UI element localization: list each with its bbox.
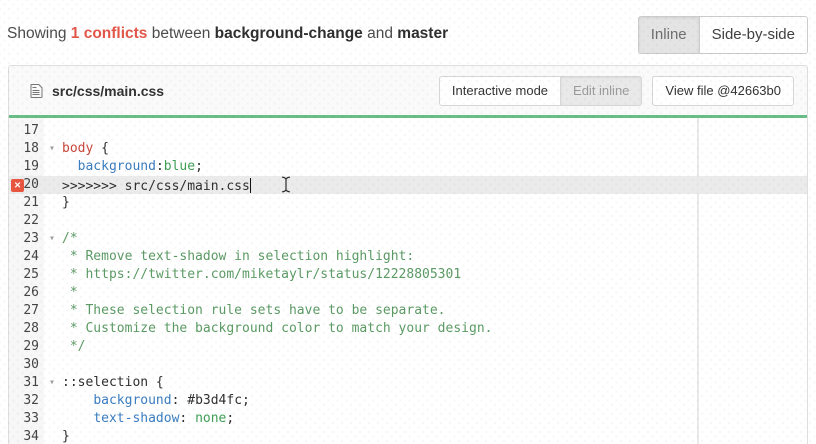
- line-number: 27: [9, 302, 44, 320]
- branch-name-head: background-change: [215, 25, 363, 42]
- fold-spacer: [44, 302, 62, 320]
- interactive-mode-button[interactable]: Interactive mode: [439, 76, 561, 106]
- code-text[interactable]: * Customize the background color to matc…: [62, 320, 807, 338]
- line-number: 29: [9, 338, 44, 356]
- code-line: 27 * These selection rule sets have to b…: [9, 302, 807, 320]
- code-line: 30: [9, 356, 807, 374]
- line-number: 32: [9, 392, 44, 410]
- fold-spacer: [44, 410, 62, 428]
- code-text[interactable]: [62, 356, 807, 374]
- conflict-error-icon: ✕: [11, 179, 24, 192]
- conflict-resolution-page: Showing 1 conflicts between background-c…: [0, 0, 816, 444]
- fold-toggle-icon[interactable]: ▾: [44, 230, 62, 248]
- line-number: 20✕: [9, 176, 44, 194]
- code-text[interactable]: /*: [62, 230, 807, 248]
- line-number: 26: [9, 284, 44, 302]
- summary-middle: between: [147, 25, 214, 42]
- fold-spacer: [44, 122, 62, 140]
- file-title: src/css/main.css: [30, 83, 164, 99]
- fold-spacer: [44, 212, 62, 230]
- line-number: 19: [9, 158, 44, 176]
- fold-spacer: [44, 392, 62, 410]
- toggle-inline-button[interactable]: Inline: [639, 17, 699, 53]
- line-number: 30: [9, 356, 44, 374]
- code-text[interactable]: body {: [62, 140, 807, 158]
- code-text[interactable]: * These selection rule sets have to be s…: [62, 302, 807, 320]
- code-line: 17: [9, 122, 807, 140]
- code-text[interactable]: *: [62, 284, 807, 302]
- fold-toggle-icon[interactable]: ▾: [44, 140, 62, 158]
- code-line: 23▾/*: [9, 230, 807, 248]
- code-text[interactable]: background: #b3d4fc;: [62, 392, 807, 410]
- code-text[interactable]: */: [62, 338, 807, 356]
- file-panel-header: src/css/main.css Interactive mode Edit i…: [9, 66, 807, 118]
- fold-spacer: [44, 428, 62, 444]
- code-line: 22: [9, 212, 807, 230]
- code-line: 34}: [9, 428, 807, 444]
- file-text-icon: [30, 83, 43, 99]
- summary-joiner: and: [363, 25, 397, 42]
- view-file-button[interactable]: View file @42663b0: [652, 76, 794, 106]
- code-rows: 161718▾body {19 background:blue;20✕>>>>>…: [9, 118, 807, 444]
- code-line: 21}: [9, 194, 807, 212]
- code-line: 18▾body {: [9, 140, 807, 158]
- code-line: 24 * Remove text-shadow in selection hig…: [9, 248, 807, 266]
- code-line: 28 * Customize the background color to m…: [9, 320, 807, 338]
- file-name: src/css/main.css: [52, 83, 164, 99]
- line-number: 24: [9, 248, 44, 266]
- file-panel: src/css/main.css Interactive mode Edit i…: [8, 65, 808, 444]
- line-number: 25: [9, 266, 44, 284]
- fold-spacer: [44, 248, 62, 266]
- line-number: 18: [9, 140, 44, 158]
- fold-toggle-icon[interactable]: ▾: [44, 374, 62, 392]
- conflict-summary: Showing 1 conflicts between background-c…: [7, 25, 448, 43]
- code-text[interactable]: * Remove text-shadow in selection highli…: [62, 248, 807, 266]
- code-text[interactable]: [62, 122, 807, 140]
- fold-spacer: [44, 266, 62, 284]
- code-line: 19 background:blue;: [9, 158, 807, 176]
- fold-spacer: [44, 338, 62, 356]
- code-text[interactable]: }: [62, 428, 807, 444]
- fold-spacer: [44, 284, 62, 302]
- code-text[interactable]: background:blue;: [62, 158, 807, 176]
- line-number: 21: [9, 194, 44, 212]
- text-caret: [250, 178, 252, 193]
- code-line: 20✕ >>>>>>> src/css/main.css: [9, 176, 807, 194]
- line-number: 31: [9, 374, 44, 392]
- summary-prefix: Showing: [7, 25, 71, 42]
- code-text[interactable]: text-shadow: none;: [62, 410, 807, 428]
- line-number: 28: [9, 320, 44, 338]
- code-line: 26 *: [9, 284, 807, 302]
- fold-spacer: [44, 194, 62, 212]
- line-number: 22: [9, 212, 44, 230]
- code-text[interactable]: ::selection {: [62, 374, 807, 392]
- edit-mode-button-group: Interactive mode Edit inline: [439, 76, 642, 106]
- view-mode-toggle: Inline Side-by-side: [638, 16, 808, 54]
- line-number: 17: [9, 122, 44, 140]
- fold-spacer: [44, 176, 62, 194]
- code-text[interactable]: }: [62, 194, 807, 212]
- toggle-side-by-side-button[interactable]: Side-by-side: [699, 17, 807, 53]
- code-line: 29 */: [9, 338, 807, 356]
- editor-column-ruler: [697, 118, 699, 444]
- fold-spacer: [44, 320, 62, 338]
- code-editor[interactable]: 161718▾body {19 background:blue;20✕>>>>>…: [9, 118, 807, 444]
- line-number: 23: [9, 230, 44, 248]
- file-header-buttons: Interactive mode Edit inline View file @…: [439, 76, 794, 106]
- edit-inline-button[interactable]: Edit inline: [560, 76, 642, 106]
- fold-spacer: [44, 158, 62, 176]
- line-number: 33: [9, 410, 44, 428]
- code-text[interactable]: >>>>>>> src/css/main.css: [62, 176, 807, 194]
- branch-name-base: master: [397, 25, 448, 42]
- code-line: 25 * https://twitter.com/miketaylr/statu…: [9, 266, 807, 284]
- code-line: 33 text-shadow: none;: [9, 410, 807, 428]
- code-line: 31▾::selection {: [9, 374, 807, 392]
- code-text[interactable]: [62, 212, 807, 230]
- line-number: 34: [9, 428, 44, 444]
- code-line: 32 background: #b3d4fc;: [9, 392, 807, 410]
- code-text[interactable]: * https://twitter.com/miketaylr/status/1…: [62, 266, 807, 284]
- conflict-count: 1 conflicts: [71, 25, 148, 42]
- fold-spacer: [44, 356, 62, 374]
